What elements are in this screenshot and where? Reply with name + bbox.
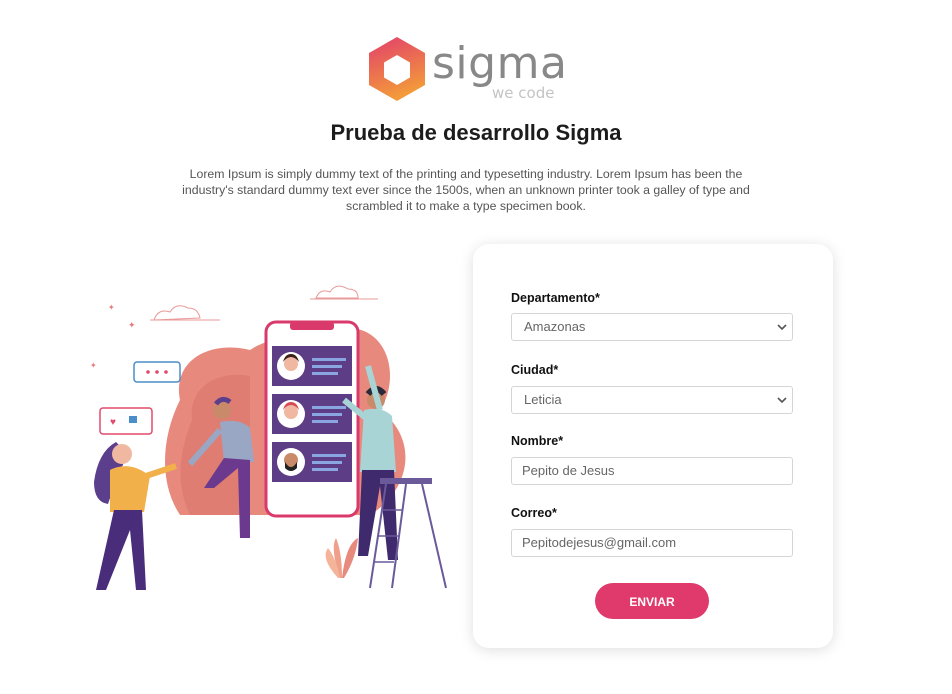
ciudad-label: Ciudad* [511,363,559,377]
svg-text:✦: ✦ [108,303,115,312]
departamento-label: Departamento* [511,291,600,305]
nombre-input[interactable]: Pepito de Jesus [511,457,793,485]
chevron-down-icon [777,397,787,404]
ciudad-value: Leticia [524,392,562,407]
svg-text:✦: ✦ [128,320,136,330]
team-illustration: ✦ ✦ ✦ ♥ [90,285,447,590]
ciudad-select[interactable]: Leticia [511,386,793,414]
nombre-label: Nombre* [511,434,564,448]
svg-text:♥: ♥ [110,417,116,428]
enviar-button[interactable]: ENVIAR [595,583,709,619]
svg-text:✦: ✦ [90,361,97,370]
correo-label: Correo* [511,506,557,520]
logo-tagline: we code [492,84,555,102]
departamento-select[interactable]: Amazonas [511,313,793,341]
form-card: Departamento* Amazonas Ciudad* Leticia N… [473,244,833,648]
departamento-value: Amazonas [524,319,586,334]
hexagon-logo-icon [369,37,425,101]
page-title: Prueba de desarrollo Sigma [330,120,622,145]
page-description: Lorem Ipsum is simply dummy text of the … [182,167,750,213]
nombre-value: Pepito de Jesus [522,463,615,478]
sigma-logo: sigma we code [366,36,568,104]
correo-value: Pepitodejesus@gmail.com [522,535,677,550]
correo-input[interactable]: Pepitodejesus@gmail.com [511,529,793,557]
chevron-down-icon [777,324,787,331]
logo-wordmark: sigma [432,38,568,89]
